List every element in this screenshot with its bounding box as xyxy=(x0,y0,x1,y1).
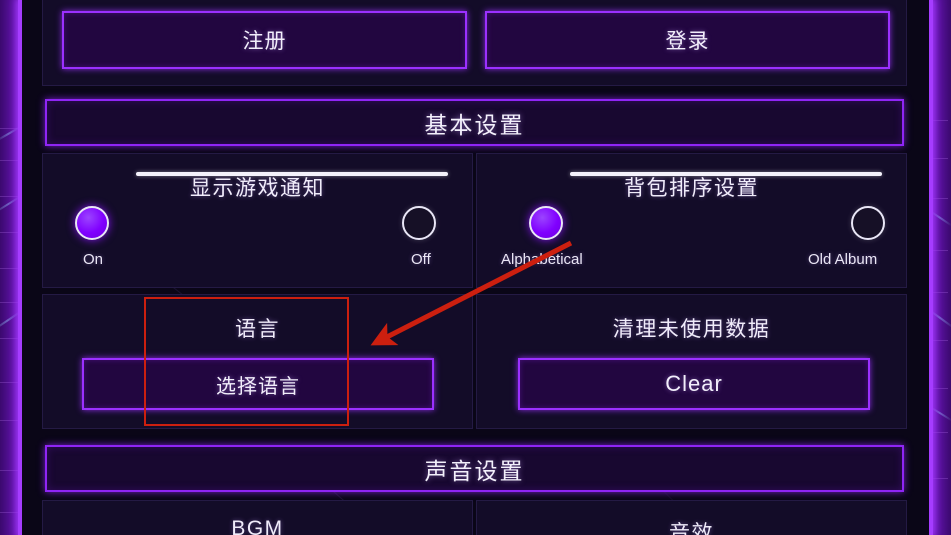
card-notification-title: 显示游戏通知 xyxy=(190,177,325,200)
backpack-slider-track[interactable] xyxy=(570,172,882,176)
backpack-knob-old-album[interactable] xyxy=(851,206,885,240)
left-rail-gap xyxy=(26,0,42,535)
card-backpack-sort-title: 背包排序设置 xyxy=(624,177,759,200)
right-rail-gap xyxy=(909,0,925,535)
section-header-basic: 基本设置 xyxy=(45,99,904,146)
right-decor-rail xyxy=(929,0,951,535)
card-backpack-sort: 背包排序设置 Alphabetical Old Album xyxy=(476,153,907,288)
register-button[interactable]: 注册 xyxy=(62,11,467,69)
select-language-button-label: 选择语言 xyxy=(216,375,300,398)
login-button[interactable]: 登录 xyxy=(485,11,890,69)
card-language-title: 语言 xyxy=(235,318,280,341)
settings-content: 注册 登录 基本设置 显示游戏通知 On Off 背包排序设置 Alphabet… xyxy=(42,0,907,535)
card-sfx-title: 音效 xyxy=(669,522,714,535)
register-button-label: 注册 xyxy=(242,30,287,53)
notification-knob-off[interactable] xyxy=(402,206,436,240)
login-button-label: 登录 xyxy=(665,30,710,53)
notification-slider-track[interactable] xyxy=(136,172,448,176)
clear-button[interactable]: Clear xyxy=(518,358,870,410)
card-clear-data-title: 清理未使用数据 xyxy=(612,318,771,341)
backpack-label-alphabetical: Alphabetical xyxy=(501,251,583,268)
right-rail-glow xyxy=(929,0,933,535)
notification-label-off: Off xyxy=(411,251,431,268)
card-bgm: BGM xyxy=(42,500,473,535)
notification-knob-on[interactable] xyxy=(75,206,109,240)
notification-label-on: On xyxy=(83,251,104,268)
settings-screen: 注册 登录 基本设置 显示游戏通知 On Off 背包排序设置 Alphabet… xyxy=(0,0,951,535)
section-header-basic-label: 基本设置 xyxy=(424,111,525,138)
section-header-sound: 声音设置 xyxy=(45,445,904,492)
section-header-sound-label: 声音设置 xyxy=(424,457,525,484)
select-language-button[interactable]: 选择语言 xyxy=(82,358,434,410)
left-decor-rail xyxy=(0,0,22,535)
clear-button-label: Clear xyxy=(665,371,723,396)
backpack-label-old-album: Old Album xyxy=(808,251,878,268)
card-sfx: 音效 xyxy=(476,500,907,535)
backpack-knob-alphabetical[interactable] xyxy=(529,206,563,240)
card-notification: 显示游戏通知 On Off xyxy=(42,153,473,288)
card-bgm-title: BGM xyxy=(231,517,284,535)
left-rail-glow xyxy=(18,0,22,535)
